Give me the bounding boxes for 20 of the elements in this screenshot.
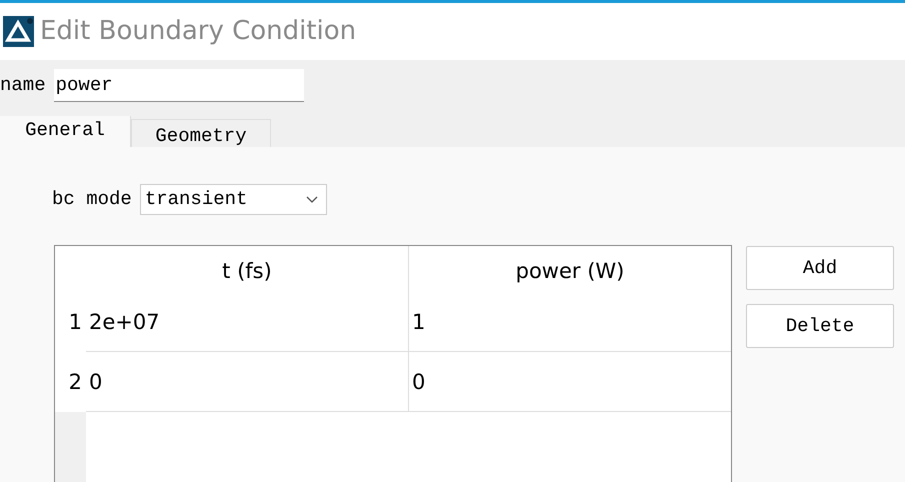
name-label: name xyxy=(0,73,46,98)
table-cell-text: 0 xyxy=(412,368,426,396)
row-number: 1 xyxy=(68,309,82,336)
row-number: 2 xyxy=(68,369,82,396)
app-logo-icon xyxy=(3,16,34,47)
chevron-down-icon xyxy=(306,196,318,204)
window-title: Edit Boundary Condition xyxy=(40,15,356,48)
bc-mode-label: bc mode xyxy=(52,187,132,212)
column-header[interactable]: power (W) xyxy=(409,246,731,292)
tab[interactable]: Geometry xyxy=(131,119,271,147)
tab[interactable]: General xyxy=(0,116,131,147)
table-cell-text: 1 xyxy=(412,308,426,336)
column-header[interactable]: t (fs) xyxy=(86,246,409,292)
table-cell-text: 2e+07 xyxy=(89,308,160,336)
name-input-field[interactable]: power xyxy=(54,69,304,102)
empty-row-header xyxy=(55,412,86,482)
action-button[interactable]: Add xyxy=(746,246,894,290)
bc-mode-dropdown[interactable]: transient xyxy=(140,184,327,215)
table-cell-text: 0 xyxy=(89,368,102,396)
action-button[interactable]: Delete xyxy=(746,304,894,348)
